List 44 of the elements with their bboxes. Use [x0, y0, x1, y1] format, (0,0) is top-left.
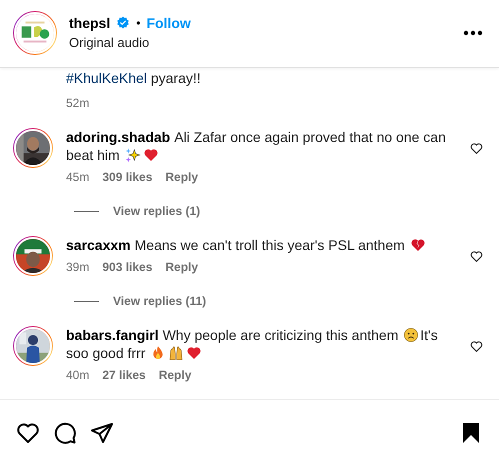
timestamp: 52m [66, 96, 90, 110]
reply-button[interactable]: Reply [165, 260, 198, 274]
comment-username[interactable]: sarcaxxm [66, 237, 131, 253]
frown-emoji-icon [403, 327, 420, 343]
more-options-icon[interactable] [463, 30, 483, 36]
comment-text: Ali Zafar once again proved that no one can [174, 129, 446, 145]
caption-text: pyaray!! [150, 70, 201, 86]
timestamp: 40m [66, 368, 90, 382]
comment-text: Means we can't troll this year's PSL anthem [134, 237, 405, 253]
comment-text: beat him [66, 147, 120, 163]
like-count[interactable]: 903 likes [102, 260, 152, 274]
view-replies-link[interactable]: View replies (11) [113, 294, 206, 308]
hashtag-link[interactable]: #KhulKeKhel [66, 70, 147, 86]
like-icon[interactable] [470, 142, 483, 155]
comment-username[interactable]: adoring.shadab [66, 129, 170, 145]
commenter-avatar[interactable] [13, 128, 53, 168]
sparkles-emoji-icon [124, 147, 141, 163]
like-icon[interactable] [470, 340, 483, 353]
audio-link[interactable]: Original audio [69, 35, 463, 50]
comment-text: soo good frrr [66, 345, 146, 361]
heart-emoji-icon [142, 147, 159, 163]
like-icon[interactable] [470, 250, 483, 263]
timestamp: 45m [66, 170, 90, 184]
like-count[interactable]: 309 likes [102, 170, 152, 184]
share-icon[interactable] [90, 421, 114, 445]
comment-text: Why people are criticizing this anthem [162, 327, 398, 343]
follow-button[interactable]: Follow [146, 15, 191, 31]
reply-button[interactable]: Reply [165, 170, 198, 184]
raised-hands-emoji-icon [168, 345, 184, 361]
username[interactable]: thepsl [69, 15, 110, 31]
view-replies-link[interactable]: View replies (1) [113, 204, 200, 218]
like-count[interactable]: 27 likes [102, 368, 146, 382]
commenter-avatar[interactable] [13, 236, 53, 276]
profile-avatar[interactable] [13, 10, 57, 54]
heart-emoji-icon [186, 345, 202, 361]
broken-heart-emoji-icon [410, 237, 426, 253]
separator-dot: • [136, 16, 140, 30]
timestamp: 39m [66, 260, 90, 274]
comment-text: It's [420, 327, 438, 343]
commenter-avatar[interactable] [13, 326, 53, 366]
like-icon[interactable] [16, 421, 40, 445]
reply-button[interactable]: Reply [158, 368, 192, 382]
comment-icon[interactable] [53, 421, 77, 445]
comment-username[interactable]: babars.fangirl [66, 327, 159, 343]
